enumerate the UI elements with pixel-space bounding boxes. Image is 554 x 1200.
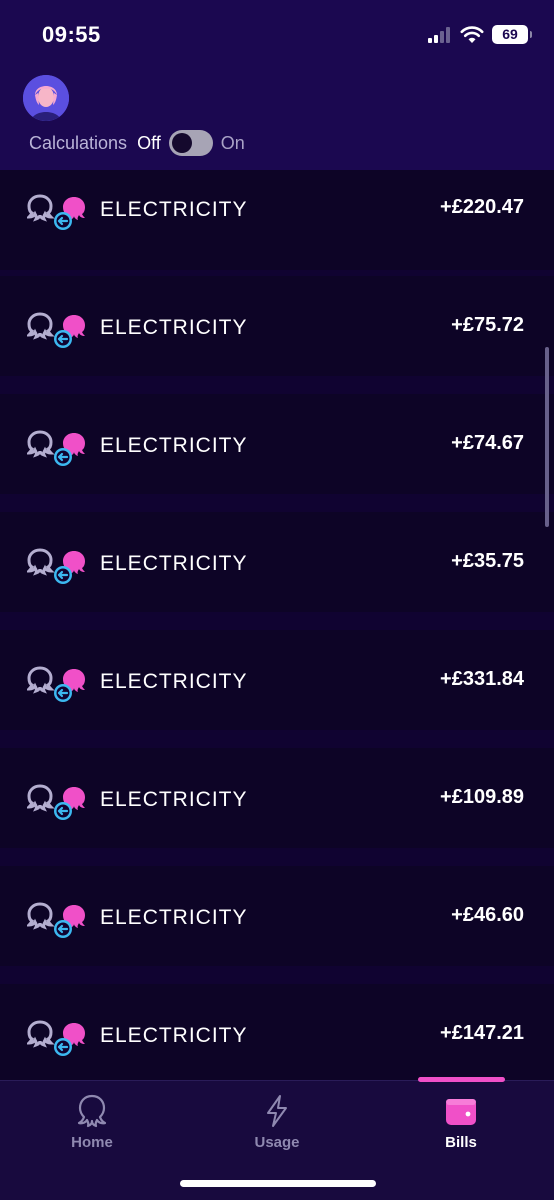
list-item[interactable]: ELECTRICITY +£147.21 (0, 984, 554, 1080)
octopus-outline-icon (25, 312, 55, 340)
transaction-amount: +£75.72 (451, 314, 524, 336)
transaction-label: ELECTRICITY (100, 906, 248, 929)
electricity-icon-group (25, 664, 89, 704)
transaction-amount: +£147.21 (440, 1022, 524, 1044)
octopus-outline-icon (25, 902, 55, 930)
octopus-icon (77, 1094, 107, 1128)
transaction-amount: +£331.84 (440, 668, 524, 690)
octopus-outline-icon (25, 1020, 55, 1048)
electricity-icon-group (25, 1018, 89, 1058)
octopus-outline-icon (25, 430, 55, 458)
transaction-label: ELECTRICITY (100, 788, 248, 811)
transaction-label: ELECTRICITY (100, 670, 248, 693)
electricity-icon-group (25, 546, 89, 586)
arrow-left-badge-icon (54, 920, 72, 938)
list-item[interactable]: ELECTRICITY +£74.67 (0, 394, 554, 494)
tab-home[interactable]: Home (22, 1081, 162, 1161)
bills-screen: 09:55 69 Calculations Off On ELECTRICITY… (0, 0, 554, 1200)
calculations-toggle[interactable] (168, 130, 213, 156)
wifi-icon (460, 26, 484, 43)
list-item[interactable]: ELECTRICITY +£46.60 (0, 866, 554, 966)
transaction-amount: +£46.60 (451, 904, 524, 926)
transaction-label: ELECTRICITY (100, 552, 248, 575)
arrow-left-badge-icon (54, 684, 72, 702)
transaction-label: ELECTRICITY (100, 316, 248, 339)
electricity-icon-group (25, 900, 89, 940)
status-bar: 09:55 69 (0, 0, 554, 70)
toggle-off-label: Off (137, 132, 161, 153)
cellular-signal-icon (428, 27, 454, 43)
arrow-left-badge-icon (54, 212, 72, 230)
tab-usage-label: Usage (254, 1134, 300, 1151)
electricity-icon-group (25, 310, 89, 350)
home-indicator (180, 1180, 376, 1187)
list-item[interactable]: ELECTRICITY +£75.72 (0, 276, 554, 376)
electricity-icon-group (25, 428, 89, 468)
tab-bills[interactable]: Bills (391, 1081, 531, 1161)
list-item[interactable]: ELECTRICITY +£331.84 (0, 630, 554, 730)
battery-icon: 69 (492, 25, 532, 44)
transaction-amount: +£109.89 (440, 786, 524, 808)
avatar[interactable] (23, 75, 69, 121)
transaction-list[interactable]: ELECTRICITY +£220.47 ELECTRICITY +£75.72… (0, 170, 554, 1080)
calculations-label: Calculations (29, 132, 128, 153)
transaction-amount: +£220.47 (440, 196, 524, 218)
tab-home-label: Home (71, 1134, 113, 1151)
status-time: 09:55 (42, 22, 101, 47)
arrow-left-badge-icon (54, 330, 72, 348)
list-item[interactable]: ELECTRICITY +£35.75 (0, 512, 554, 612)
arrow-left-badge-icon (54, 1038, 72, 1056)
avatar-icon (23, 75, 69, 121)
arrow-left-badge-icon (54, 566, 72, 584)
electricity-icon-group (25, 192, 89, 232)
transaction-amount: +£74.67 (451, 432, 524, 454)
calculations-toggle-row: Calculations Off On (29, 128, 245, 158)
toggle-knob (171, 133, 192, 153)
arrow-left-badge-icon (54, 802, 72, 820)
toggle-on-label: On (220, 132, 245, 153)
tab-bills-label: Bills (445, 1134, 477, 1151)
wallet-icon (446, 1099, 476, 1125)
transaction-label: ELECTRICITY (100, 1024, 248, 1047)
transaction-label: ELECTRICITY (100, 434, 248, 457)
arrow-left-badge-icon (54, 448, 72, 466)
transaction-label: ELECTRICITY (100, 198, 248, 221)
list-item[interactable]: ELECTRICITY +£109.89 (0, 748, 554, 848)
transaction-amount: +£35.75 (451, 550, 524, 572)
list-item[interactable]: ELECTRICITY +£220.47 (0, 170, 554, 270)
scrollbar[interactable] (545, 347, 549, 527)
octopus-outline-icon (25, 784, 55, 812)
lightning-icon (267, 1095, 287, 1127)
octopus-outline-icon (25, 194, 55, 222)
octopus-outline-icon (25, 548, 55, 576)
octopus-outline-icon (25, 666, 55, 694)
tab-usage[interactable]: Usage (207, 1081, 347, 1161)
electricity-icon-group (25, 782, 89, 822)
header: Calculations Off On (0, 70, 554, 170)
